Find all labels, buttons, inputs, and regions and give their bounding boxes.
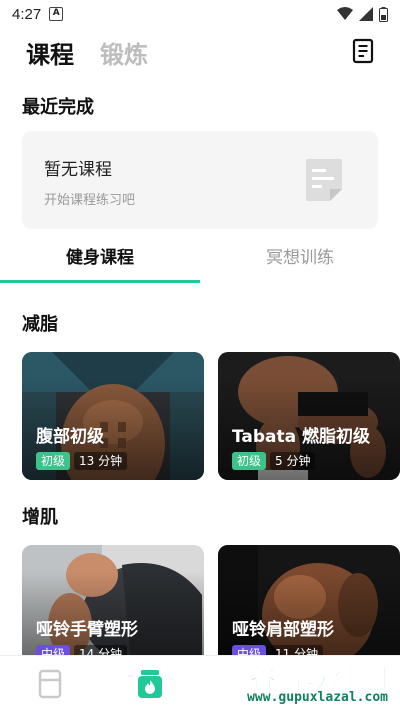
section-title-muscle-gain: 增肌 bbox=[22, 507, 58, 528]
watermark: 谷普软件园 www.gupuxlazal.com bbox=[198, 658, 396, 710]
recent-empty-title: 暂无课程 bbox=[44, 160, 112, 180]
tab-courses[interactable]: 课程 bbox=[26, 35, 74, 70]
top-header: 课程 锻炼 bbox=[0, 30, 400, 74]
signal-icon bbox=[359, 7, 373, 21]
status-bar: 4:27 A bbox=[0, 0, 400, 28]
duration-label: 5 分钟 bbox=[270, 452, 316, 470]
battery-icon bbox=[379, 6, 388, 22]
status-time: 4:27 bbox=[12, 5, 42, 23]
course-title: 哑铃肩部塑形 bbox=[232, 620, 334, 640]
course-title: Tabata 燃脂初级 bbox=[232, 427, 371, 447]
course-card[interactable]: Tabata 燃脂初级 初级 5 分钟 bbox=[218, 352, 400, 480]
course-meta: 初级 5 分钟 bbox=[232, 452, 316, 470]
recent-empty-hint: 开始课程练习吧 bbox=[44, 193, 136, 208]
segment-tabs: 健身课程 冥想训练 bbox=[0, 238, 400, 284]
course-title: 哑铃手臂塑形 bbox=[36, 620, 138, 640]
watermark-url: www.gupuxlazal.com bbox=[247, 690, 388, 705]
wifi-icon bbox=[337, 7, 353, 20]
course-card[interactable]: 腹部初级 初级 13 分钟 bbox=[22, 352, 204, 480]
level-badge: 初级 bbox=[232, 452, 267, 470]
notification-icon: A bbox=[49, 7, 64, 21]
duration-label: 13 分钟 bbox=[74, 452, 128, 470]
course-title: 腹部初级 bbox=[36, 427, 104, 447]
tab-fitness-courses[interactable]: 健身课程 bbox=[0, 238, 200, 280]
level-badge: 初级 bbox=[36, 452, 71, 470]
nav-fitness-icon[interactable] bbox=[134, 668, 166, 700]
recent-empty-card[interactable]: 暂无课程 开始课程练习吧 bbox=[22, 131, 378, 229]
document-icon[interactable] bbox=[350, 38, 376, 64]
recent-title: 最近完成 bbox=[22, 97, 94, 118]
nav-record-icon[interactable] bbox=[34, 668, 66, 700]
course-card[interactable]: 哑铃肩部塑形 中级 11 分钟 bbox=[218, 545, 400, 673]
tab-indicator bbox=[0, 280, 200, 283]
status-icons bbox=[337, 6, 388, 22]
tab-workout[interactable]: 锻炼 bbox=[100, 35, 148, 70]
empty-document-icon bbox=[306, 159, 342, 201]
tab-meditation[interactable]: 冥想训练 bbox=[200, 238, 400, 280]
course-card[interactable]: 哑铃手臂塑形 中级 14 分钟 bbox=[22, 545, 204, 673]
section-title-fat-loss: 减脂 bbox=[22, 314, 58, 335]
course-meta: 初级 13 分钟 bbox=[36, 452, 128, 470]
